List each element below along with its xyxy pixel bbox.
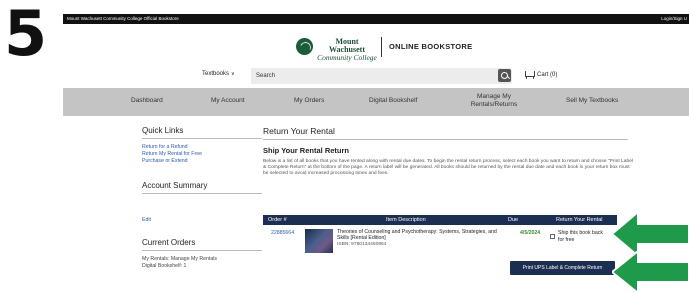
order-number-link[interactable]: 22885664 xyxy=(271,230,294,236)
quick-links-title: Quick Links xyxy=(142,126,184,135)
college-logo-icon[interactable] xyxy=(296,38,313,55)
nav-my-orders[interactable]: My Orders xyxy=(294,97,324,104)
sidebar: Quick Links Return for a Refund Return M… xyxy=(142,126,262,270)
header-description: Item Description xyxy=(386,217,426,223)
table-header: Order # Item Description Due Return Your… xyxy=(263,215,617,225)
print-label-button[interactable]: Print UPS Label & Complete Return xyxy=(510,261,615,275)
instructions-text: Below is a list of all books that you ha… xyxy=(263,159,634,177)
nav-manage-rentals[interactable]: Manage My Rentals/Returns xyxy=(466,93,522,109)
table-row: 22885664 Theories of Counseling and Psyc… xyxy=(263,225,617,255)
brand-divider xyxy=(381,37,382,57)
page-title: Return Your Rental xyxy=(263,126,335,136)
rentals-table: Order # Item Description Due Return Your… xyxy=(263,215,617,255)
brand-header: Mount Wachusett Community College ONLINE… xyxy=(63,24,689,68)
book-title: Theories of Counseling and Psychotherapy… xyxy=(337,229,497,242)
search-input[interactable]: Search xyxy=(251,68,512,84)
divider xyxy=(142,138,262,139)
current-orders-title: Current Orders xyxy=(142,238,196,247)
return-rental-section: Return Your Rental Ship Your Rental Retu… xyxy=(263,126,633,178)
search-icon[interactable] xyxy=(498,69,511,82)
header-return: Return Your Rental xyxy=(556,217,603,223)
textbooks-dropdown[interactable]: Textbooks ∨ xyxy=(202,71,235,77)
current-orders-rentals[interactable]: My Rentals: Manage My Rentals xyxy=(142,256,262,263)
current-orders-digital[interactable]: Digital Bookshelf: 1 xyxy=(142,263,262,270)
due-date: 4/5/2024 xyxy=(520,230,541,236)
store-name: ONLINE BOOKSTORE xyxy=(389,42,473,51)
cart-icon xyxy=(524,71,535,79)
college-name[interactable]: Mount Wachusett Community College xyxy=(317,38,377,62)
search-row: Textbooks ∨ Search Cart (0) xyxy=(63,68,689,85)
quick-link-return-rental[interactable]: Return My Rental for Free xyxy=(142,151,262,158)
nav-digital-bookshelf[interactable]: Digital Bookshelf xyxy=(369,97,417,104)
divider xyxy=(142,250,262,251)
header-order: Order # xyxy=(268,217,287,223)
step-number: 5 xyxy=(4,0,48,70)
edit-account-link[interactable]: Edit xyxy=(142,217,262,224)
chevron-down-icon: ∨ xyxy=(231,71,235,77)
book-cover-image xyxy=(305,229,333,253)
arrow-to-checkbox-icon xyxy=(612,212,689,256)
nav-sell-textbooks[interactable]: Sell My Textbooks xyxy=(566,97,618,104)
nav-dashboard[interactable]: Dashboard xyxy=(131,97,163,104)
arrow-to-print-button-icon xyxy=(612,251,689,293)
quick-link-refund[interactable]: Return for a Refund xyxy=(142,144,262,151)
ship-back-label[interactable]: Ship this book back for free xyxy=(558,230,608,243)
nav-my-account[interactable]: My Account xyxy=(211,97,245,104)
account-summary-title: Account Summary xyxy=(142,181,208,190)
divider xyxy=(142,193,262,194)
quick-link-purchase-extend[interactable]: Purchase or Extend xyxy=(142,158,262,165)
section-subtitle: Ship Your Rental Return xyxy=(263,146,349,155)
book-isbn: ISBN: 9780134460864 xyxy=(337,242,387,247)
store-official-label: Mount Wachusett Community College Offici… xyxy=(67,16,179,21)
cart-link[interactable]: Cart (0) xyxy=(524,71,557,79)
header-due: Due xyxy=(508,217,519,223)
top-bar: Mount Wachusett Community College Offici… xyxy=(63,14,689,24)
login-link[interactable]: Login/Sign U xyxy=(661,14,687,24)
bookstore-page: Mount Wachusett Community College Offici… xyxy=(63,14,689,293)
divider xyxy=(263,139,628,140)
ship-back-checkbox[interactable] xyxy=(550,234,555,239)
main-nav: Dashboard My Account My Orders Digital B… xyxy=(63,88,689,116)
